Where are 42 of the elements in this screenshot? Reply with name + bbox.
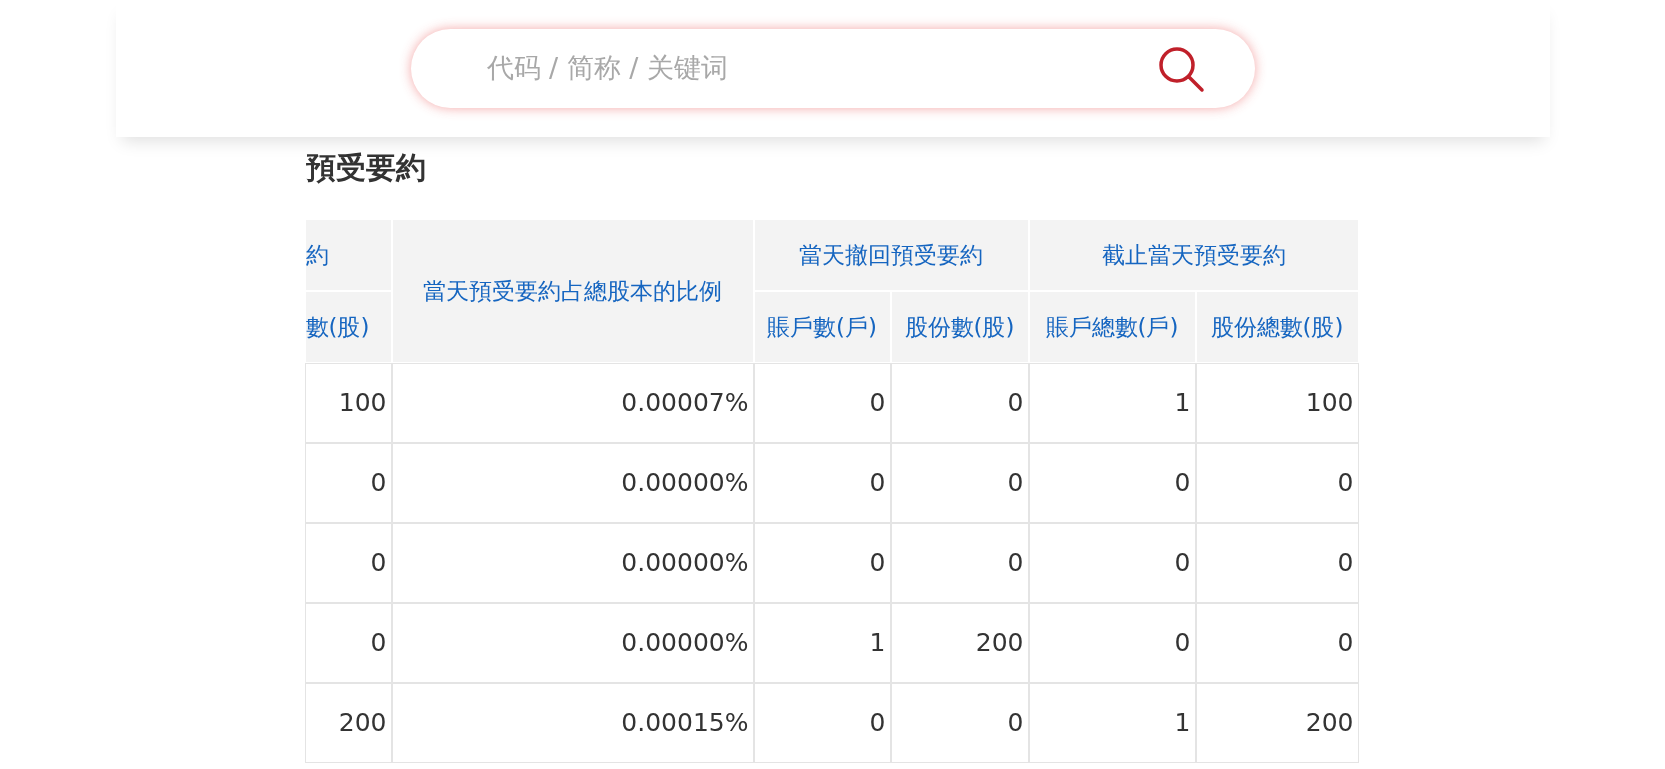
search-icon[interactable]: [1156, 44, 1205, 93]
table-cell: 0: [754, 444, 890, 522]
table-cell: 0: [1196, 444, 1358, 522]
table-cell: 0: [754, 524, 890, 602]
table-cell: 0.00000%: [392, 524, 753, 602]
table-cell: 0: [891, 684, 1028, 762]
table-cell: 0.00015%: [392, 684, 753, 762]
column-header: 約: [305, 220, 391, 290]
table-cell: 0: [305, 524, 391, 602]
table-cell: 1: [754, 604, 890, 682]
table-cell: 200: [305, 684, 391, 762]
column-header: 股份總數(股): [1196, 292, 1358, 362]
table-cell: 200: [891, 604, 1028, 682]
column-header: 截止當天預受要約: [1029, 220, 1358, 290]
table-cell: 0: [754, 364, 890, 442]
column-header: 當天撤回預受要約: [754, 220, 1028, 290]
column-header: 當天預受要約占總股本的比例: [392, 220, 753, 362]
table-cell: 0: [1029, 524, 1195, 602]
table-cell: 0: [1029, 604, 1195, 682]
table-cell: 0: [1196, 604, 1358, 682]
table-cell: 0: [1029, 444, 1195, 522]
table-cell: 100: [1196, 364, 1358, 442]
column-header: 賬戶數(戶): [754, 292, 890, 362]
table-cell: 200: [1196, 684, 1358, 762]
table-cell: 100: [305, 364, 391, 442]
table-cell: 0.00007%: [392, 364, 753, 442]
column-header: 賬戶總數(戶): [1029, 292, 1195, 362]
table-cell: 0: [1196, 524, 1358, 602]
table-cell: 0: [891, 364, 1028, 442]
table-cell: 0: [754, 684, 890, 762]
search-field[interactable]: 代码 / 简称 / 关键词: [484, 47, 1157, 90]
table-cell: 0: [891, 524, 1028, 602]
column-header: 股份數(股): [891, 292, 1028, 362]
section-title: 預受要約: [305, 149, 427, 187]
table-cell: 0.00000%: [392, 444, 753, 522]
table-cell: 0: [891, 444, 1028, 522]
column-header: 數(股): [305, 292, 391, 362]
table-cell: 1: [1029, 364, 1195, 442]
table-cell: 1: [1029, 684, 1195, 762]
table-cell: 0: [305, 444, 391, 522]
table-cell: 0: [305, 604, 391, 682]
table-cell: 0.00000%: [392, 604, 753, 682]
